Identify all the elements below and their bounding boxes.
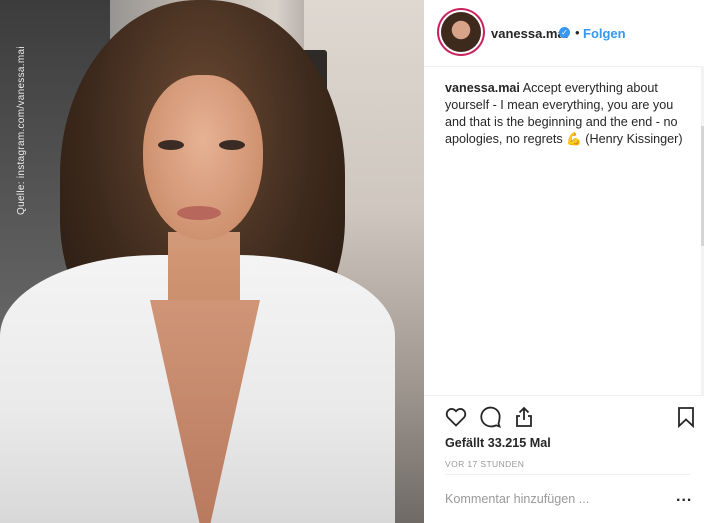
image-credit: Quelle: instagram.com/vanessa.mai xyxy=(16,46,27,215)
caption-username[interactable]: vanessa.mai xyxy=(445,81,520,95)
left-eye-shape xyxy=(158,140,184,150)
share-icon[interactable] xyxy=(512,405,536,429)
post-image[interactable]: Quelle: instagram.com/vanessa.mai xyxy=(0,0,424,523)
header-username[interactable]: vanessa.mai xyxy=(491,26,568,41)
divider xyxy=(445,474,690,475)
bookmark-icon[interactable] xyxy=(674,405,698,429)
divider xyxy=(424,395,704,396)
right-eye-shape xyxy=(219,140,245,150)
post-sidebar: vanessa.mai ✓ • Folgen vanessa.mai Accep… xyxy=(424,0,704,523)
likes-count[interactable]: Gefällt 33.215 Mal xyxy=(445,436,551,450)
avatar[interactable] xyxy=(441,12,481,52)
verified-badge-icon: ✓ xyxy=(559,27,570,38)
follow-button[interactable]: Folgen xyxy=(583,26,626,41)
separator-dot: • xyxy=(575,25,580,40)
lips-shape xyxy=(177,206,221,220)
post-header: vanessa.mai ✓ • Folgen xyxy=(424,0,704,67)
comment-input[interactable] xyxy=(445,489,655,509)
post-caption: vanessa.mai Accept everything about your… xyxy=(445,80,690,148)
more-options-button[interactable]: ... xyxy=(676,488,692,506)
comment-icon[interactable] xyxy=(478,405,502,429)
heart-icon[interactable] xyxy=(444,405,468,429)
post-timestamp: VOR 17 STUNDEN xyxy=(445,459,525,469)
